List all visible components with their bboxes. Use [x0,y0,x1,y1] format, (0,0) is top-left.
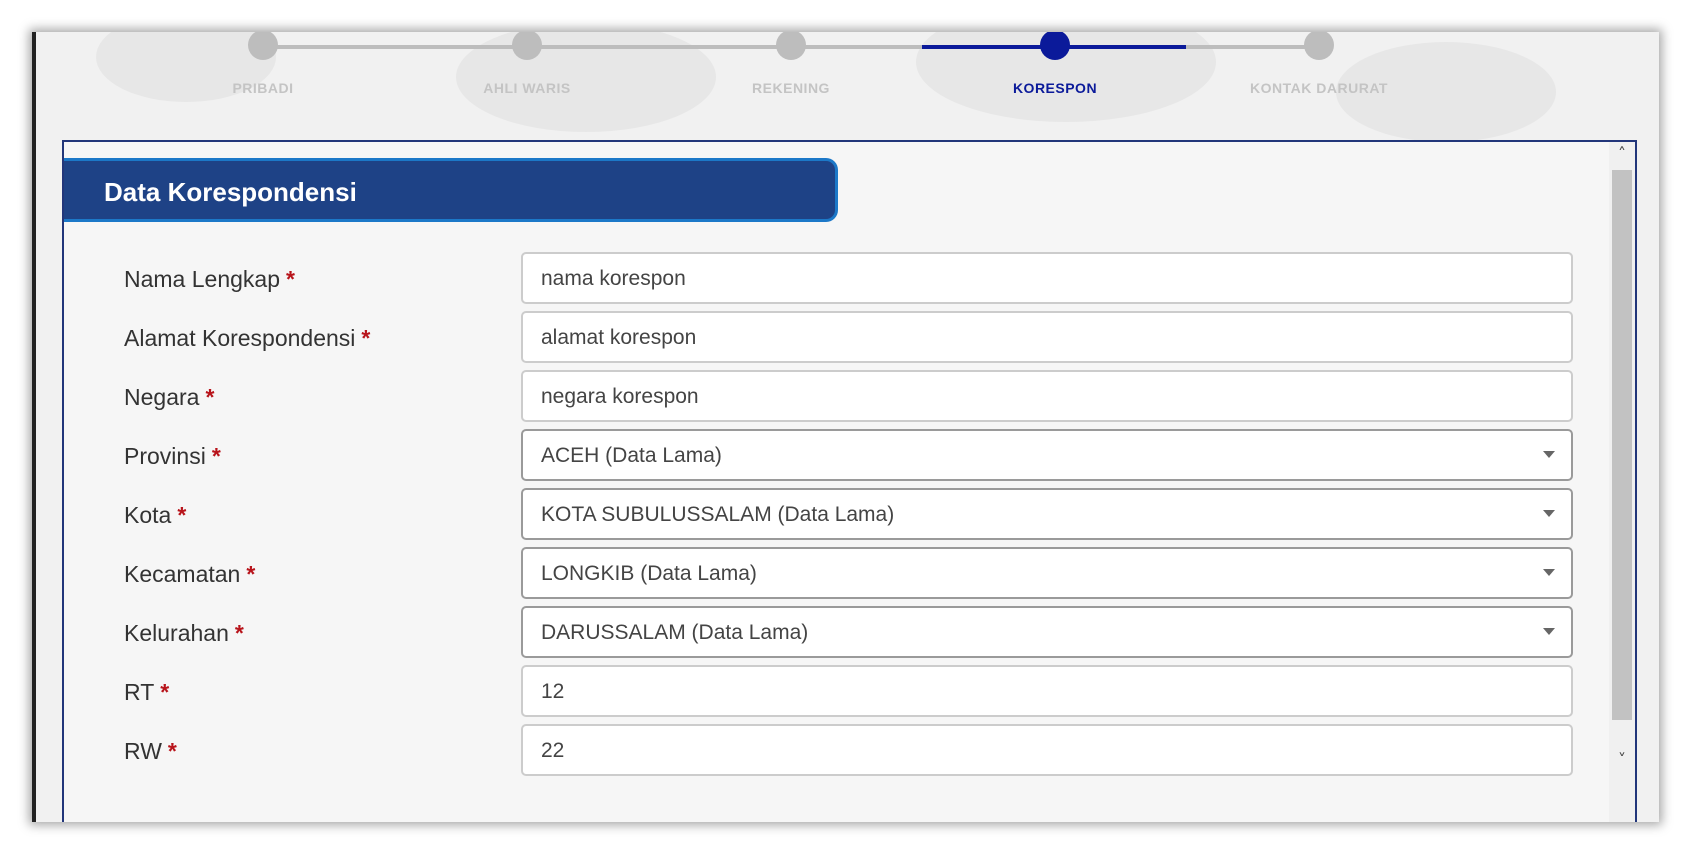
form-row-rw: RW * 22 [124,724,1573,780]
step-rekening[interactable]: REKENING [691,32,891,96]
form-row-kecamatan: Kecamatan * LONGKIB (Data Lama) [124,547,1573,603]
caret-down-icon [1543,628,1555,635]
form-panel: Data Korespondensi Nama Lengkap * nama ko… [62,140,1637,822]
kecamatan-select[interactable]: LONGKIB (Data Lama) [521,547,1573,599]
step-kontak-darurat[interactable]: KONTAK DARURAT [1219,32,1419,96]
required-marker: * [246,561,256,587]
form-row-kelurahan: Kelurahan * DARUSSALAM (Data Lama) [124,606,1573,662]
rt-input[interactable]: 12 [521,665,1573,717]
field-label: RT * [124,679,170,705]
step-dot-active [1040,32,1070,60]
kota-select[interactable]: KOTA SUBULUSSALAM (Data Lama) [521,488,1573,540]
section-title: Data Korespondensi [104,177,357,207]
select-value: DARUSSALAM (Data Lama) [541,621,809,644]
field-label: Alamat Korespondensi * [124,325,371,351]
field-label: Kecamatan * [124,561,256,587]
form-row-nama-lengkap: Nama Lengkap * nama korespon [124,252,1573,308]
kelurahan-select[interactable]: DARUSSALAM (Data Lama) [521,606,1573,658]
progress-stepper: PRIBADI AHLI WARIS REKENING KORESPON KON… [36,32,1659,152]
nama-lengkap-input[interactable]: nama korespon [521,252,1573,304]
form-row-rt: RT * 12 [124,665,1573,721]
field-label: Negara * [124,384,215,410]
required-marker: * [177,502,187,528]
step-dot [512,32,542,60]
form-row-kota: Kota * KOTA SUBULUSSALAM (Data Lama) [124,488,1573,544]
provinsi-select[interactable]: ACEH (Data Lama) [521,429,1573,481]
step-dot [248,32,278,60]
scrollbar-thumb[interactable] [1612,170,1632,720]
required-marker: * [211,443,221,469]
caret-down-icon [1543,569,1555,576]
field-label: Kelurahan * [124,620,244,646]
select-value: ACEH (Data Lama) [541,444,722,467]
form-row-negara: Negara * negara korespon [124,370,1573,426]
step-ahli-waris[interactable]: AHLI WARIS [427,32,627,96]
required-marker: * [234,620,244,646]
rw-input[interactable]: 22 [521,724,1573,776]
form-row-provinsi: Provinsi * ACEH (Data Lama) [124,429,1573,485]
step-pribadi[interactable]: PRIBADI [163,32,363,96]
required-marker: * [167,738,177,764]
required-marker: * [205,384,215,410]
step-dot [1304,32,1334,60]
step-korespon[interactable]: KORESPON [955,32,1155,96]
caret-down-icon [1543,451,1555,458]
field-label: Kota * [124,502,187,528]
select-value: KOTA SUBULUSSALAM (Data Lama) [541,503,895,526]
required-marker: * [160,679,170,705]
step-label: PRIBADI [232,80,294,96]
field-label: RW * [124,738,177,764]
chevron-down-icon[interactable]: ˅ [1609,748,1635,772]
negara-input[interactable]: negara korespon [521,370,1573,422]
required-marker: * [286,266,295,292]
step-label: KORESPON [1012,80,1098,96]
step-label: REKENING [752,80,830,96]
step-label: AHLI WARIS [483,80,571,96]
field-label: Provinsi * [124,443,221,469]
select-value: LONGKIB (Data Lama) [541,562,757,585]
field-label: Nama Lengkap * [124,266,295,292]
form-row-alamat: Alamat Korespondensi * alamat korespon [124,311,1573,367]
step-dot [776,32,806,60]
step-label: KONTAK DARURAT [1250,80,1388,96]
alamat-korespondensi-input[interactable]: alamat korespon [521,311,1573,363]
app-window: PRIBADI AHLI WARIS REKENING KORESPON KON… [32,32,1659,822]
vertical-scrollbar[interactable]: ˄ ˅ [1609,142,1635,822]
section-header: Data Korespondensi [64,158,838,222]
required-marker: * [361,325,371,351]
caret-down-icon [1543,510,1555,517]
chevron-up-icon[interactable]: ˄ [1609,142,1635,166]
